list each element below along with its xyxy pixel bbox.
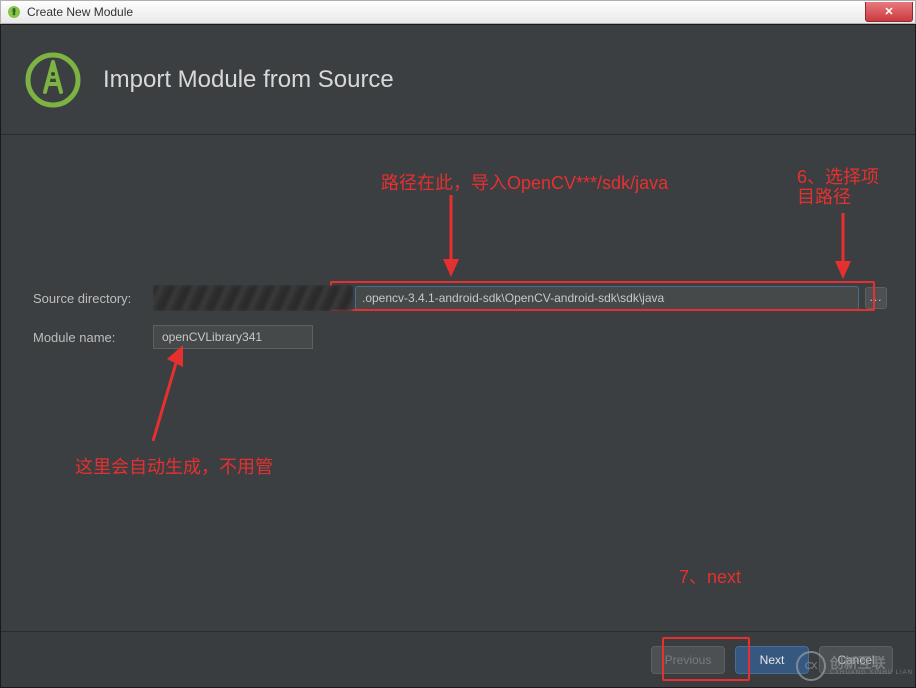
window-title: Create New Module: [27, 5, 133, 19]
titlebar: Create New Module ✕: [0, 0, 916, 24]
android-studio-icon: [7, 5, 21, 19]
page-title: Import Module from Source: [103, 66, 394, 94]
watermark-logo-icon: CX: [796, 651, 826, 681]
arrow-to-next: [679, 587, 719, 623]
wizard-header: Import Module from Source: [1, 25, 915, 135]
arrow-to-module: [141, 343, 191, 453]
watermark-brand: 创新互联: [830, 656, 913, 670]
browse-button[interactable]: ...: [865, 287, 887, 309]
annotation-step7: 7、next: [679, 567, 741, 587]
close-icon: ✕: [884, 5, 893, 18]
watermark: CX 创新互联 CXHUANG XINHU LIAN: [796, 651, 913, 681]
source-directory-label: Source directory:: [33, 291, 153, 306]
android-studio-logo: [25, 52, 81, 108]
annotation-step6: 6、选择项目路径: [797, 167, 889, 207]
ellipsis-icon: ...: [869, 290, 882, 304]
previous-button[interactable]: Previous: [651, 646, 725, 674]
redacted-path-prefix: [153, 285, 353, 311]
module-name-row: Module name:: [33, 325, 887, 349]
watermark-sub: CXHUANG XINHU LIAN: [830, 670, 913, 676]
module-name-input[interactable]: [153, 325, 313, 349]
wizard-button-bar: Previous Next Cancel: [1, 631, 915, 687]
module-name-label: Module name:: [33, 330, 153, 345]
close-button[interactable]: ✕: [865, 2, 913, 22]
source-directory-input[interactable]: [355, 286, 859, 310]
annotation-auto-generate: 这里会自动生成，不用管: [75, 457, 273, 477]
annotation-path-hint: 路径在此，导入OpenCV***/sdk/java: [381, 173, 668, 193]
source-directory-row: Source directory: ...: [33, 285, 887, 311]
